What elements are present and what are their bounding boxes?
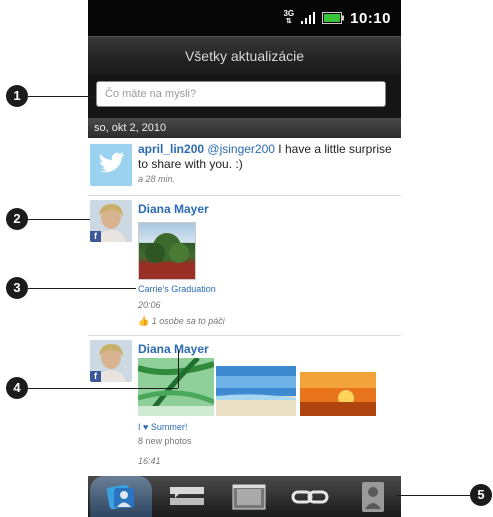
post-caption[interactable]: I ♥ Summer! bbox=[138, 422, 187, 432]
feed-item[interactable]: f Diana Mayer Carrie's Graduation 20:06 … bbox=[88, 196, 401, 336]
callout-line bbox=[28, 96, 96, 97]
tab-links[interactable] bbox=[280, 476, 342, 517]
sunset-photo bbox=[300, 372, 376, 416]
callout-marker: 4 bbox=[6, 377, 28, 399]
clock: 10:10 bbox=[350, 9, 391, 27]
tab-all-updates[interactable] bbox=[90, 476, 152, 517]
tab-photos[interactable] bbox=[218, 476, 280, 517]
status-bar: 3G ⇅ 10:10 bbox=[88, 0, 401, 36]
photo-thumbnail[interactable] bbox=[300, 372, 376, 416]
signal-icon bbox=[301, 12, 316, 24]
person-icon bbox=[362, 481, 384, 512]
facebook-icon: f bbox=[90, 231, 101, 242]
callout-line bbox=[28, 388, 178, 389]
likes-row: 👍 1 osobe sa to páči bbox=[138, 316, 225, 326]
callout-marker: 1 bbox=[6, 85, 28, 107]
author-name[interactable]: Diana Mayer bbox=[138, 342, 396, 356]
graduation-photo bbox=[139, 233, 195, 279]
callout-marker: 5 bbox=[470, 484, 492, 506]
tab-messages[interactable] bbox=[156, 476, 218, 517]
thumbs-up-icon: 👍 bbox=[138, 316, 150, 326]
3g-icon: 3G ⇅ bbox=[283, 9, 295, 26]
author-name[interactable]: Diana Mayer bbox=[138, 202, 396, 216]
photo-thumbnail[interactable] bbox=[216, 366, 296, 416]
messages-icon bbox=[170, 486, 204, 505]
link-icon bbox=[291, 490, 329, 503]
avatar: f bbox=[90, 200, 132, 242]
mention-link[interactable]: @jsinger200 bbox=[207, 142, 275, 156]
callout-marker: 2 bbox=[6, 208, 28, 230]
callout-marker: 3 bbox=[6, 277, 28, 299]
timestamp: 16:41 bbox=[138, 456, 161, 466]
photos-icon bbox=[232, 484, 266, 509]
feed-item[interactable]: april_lin200 @jsinger200 I have a little… bbox=[88, 138, 401, 196]
palm-photo bbox=[138, 358, 214, 416]
avatar: f bbox=[90, 340, 132, 382]
page-title: Všetky aktualizácie bbox=[88, 36, 401, 75]
twitter-bird-icon bbox=[90, 144, 132, 186]
date-header: so, okt 2, 2010 bbox=[88, 118, 401, 138]
status-input[interactable]: Čo máte na mysli? bbox=[96, 81, 386, 107]
update-feed[interactable]: april_lin200 @jsinger200 I have a little… bbox=[88, 138, 401, 476]
facebook-icon: f bbox=[90, 371, 101, 382]
callout-line bbox=[28, 219, 90, 220]
bottom-tab-bar bbox=[88, 476, 401, 517]
callout-line bbox=[178, 350, 179, 388]
battery-icon bbox=[322, 12, 345, 24]
timestamp: a 28 min. bbox=[138, 174, 176, 184]
callout-line bbox=[28, 288, 136, 289]
photo-count: 8 new photos bbox=[138, 436, 192, 446]
photo-thumbnail[interactable] bbox=[138, 358, 214, 416]
timestamp: 20:06 bbox=[138, 300, 161, 310]
composer-area: Čo máte na mysli? bbox=[88, 74, 401, 118]
people-icon bbox=[106, 484, 134, 509]
feed-item[interactable]: f Diana Mayer I ♥ Summer! 8 new photos 1… bbox=[88, 336, 401, 476]
twitter-avatar bbox=[90, 144, 132, 186]
photo-caption[interactable]: Carrie's Graduation bbox=[138, 284, 216, 294]
photo-thumbnail[interactable] bbox=[138, 222, 196, 280]
tab-people[interactable] bbox=[342, 476, 401, 517]
callout-line bbox=[396, 495, 470, 496]
beach-photo bbox=[216, 366, 296, 416]
author-name[interactable]: april_lin200 bbox=[138, 142, 204, 156]
phone-screen: 3G ⇅ 10:10 Všetky aktualizácie Čo máte n… bbox=[88, 0, 401, 517]
